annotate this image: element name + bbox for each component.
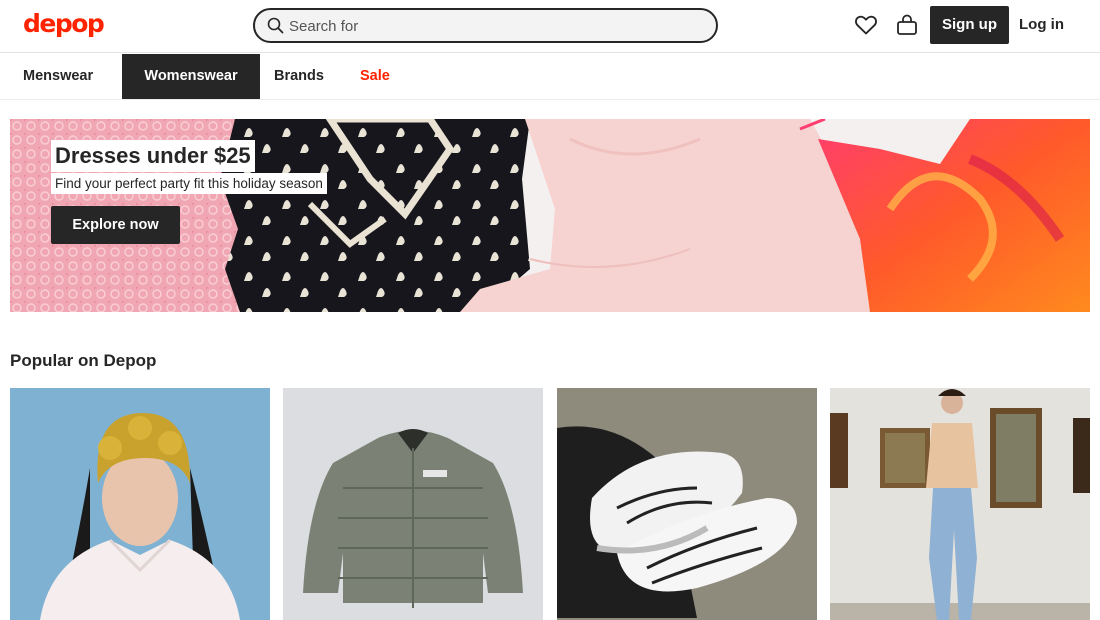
product-photo: [10, 388, 270, 620]
category-nav: Menswear Womenswear Brands Sale: [0, 54, 1100, 100]
section-title-popular: Popular on Depop: [10, 351, 157, 370]
nav-item-sale[interactable]: Sale: [360, 54, 390, 99]
sign-up-button[interactable]: Sign up: [930, 6, 1009, 44]
nav-item-brands[interactable]: Brands: [274, 54, 324, 99]
nav-item-womenswear[interactable]: Womenswear: [122, 54, 260, 99]
product-photo: [557, 388, 817, 620]
search-bar[interactable]: [253, 8, 718, 43]
site-header: depop Sign up Log in: [0, 0, 1100, 53]
product-tile-2[interactable]: [283, 388, 543, 620]
heart-icon[interactable]: [853, 12, 879, 38]
log-in-button[interactable]: Log in: [1019, 6, 1064, 44]
banner-subtitle: Find your perfect party fit this holiday…: [51, 173, 327, 194]
product-tile-1[interactable]: [10, 388, 270, 620]
banner-title: Dresses under $25: [51, 140, 255, 172]
product-photo: [830, 388, 1090, 620]
nav-item-menswear[interactable]: Menswear: [23, 54, 93, 99]
search-icon: [267, 17, 284, 34]
product-tile-4[interactable]: [830, 388, 1090, 620]
search-input[interactable]: [289, 16, 689, 36]
explore-now-button[interactable]: Explore now: [51, 206, 180, 244]
product-photo: [283, 388, 543, 620]
depop-logo[interactable]: depop: [23, 9, 105, 38]
product-tile-3[interactable]: [557, 388, 817, 620]
bag-icon[interactable]: [894, 12, 920, 38]
